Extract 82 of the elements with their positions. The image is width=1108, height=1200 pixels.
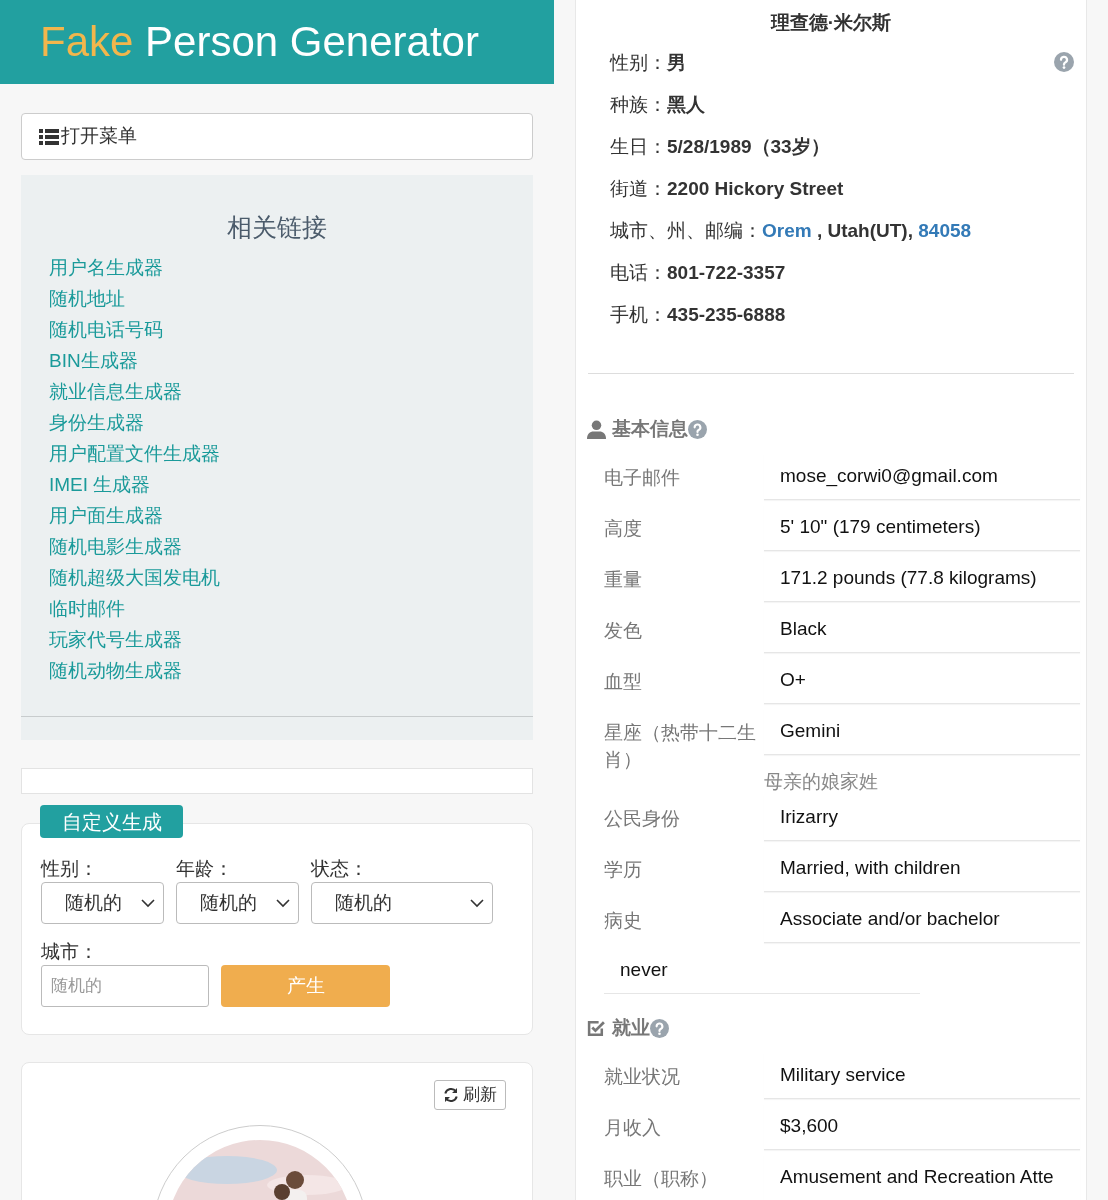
checkbox-icon <box>587 1018 606 1038</box>
fact-value: Orem , Utah(UT), 84058 <box>762 218 972 243</box>
field-label: 高度 <box>604 517 643 541</box>
fact-label: 电话： <box>610 260 667 285</box>
field-label: 职业（职称） <box>604 1167 719 1191</box>
chevron-icon <box>141 898 155 908</box>
generate-button[interactable]: 产生 <box>221 965 390 1007</box>
help-icon[interactable] <box>1054 52 1074 72</box>
related-link[interactable]: 用户配置文件生成器 <box>49 439 220 469</box>
related-link[interactable]: 随机动物生成器 <box>49 656 182 686</box>
fact-label: 手机： <box>610 302 667 327</box>
field-label: 病史 <box>604 909 643 933</box>
field-value: Associate and/or bachelor <box>764 897 1080 943</box>
value-link[interactable]: 84058 <box>918 219 972 241</box>
site-logo: Fake Person Generator <box>40 21 479 63</box>
field-label: 母亲的娘家姓 <box>764 771 878 792</box>
field-label: 学历 <box>604 858 643 882</box>
related-link[interactable]: 随机电话号码 <box>49 315 163 345</box>
menu-button[interactable]: 打开菜单 <box>21 113 533 160</box>
field-label: 月收入 <box>604 1116 662 1140</box>
help-icon[interactable] <box>688 419 707 439</box>
field-label: 城市： <box>41 940 99 964</box>
select-field[interactable]: 随机的 <box>311 882 493 924</box>
related-link[interactable]: 随机超级大国发电机 <box>49 563 220 593</box>
help-icon[interactable] <box>650 1018 669 1038</box>
city-field[interactable]: 随机的 <box>41 965 209 1007</box>
field-value: Amusement and Recreation Atte <box>764 1155 1080 1200</box>
field-value: Gemini <box>764 709 1080 755</box>
field-label: 星座（热带十二生肖） <box>604 721 757 772</box>
field-value: Irizarry <box>764 795 1080 841</box>
refresh-button[interactable]: 刷新 <box>434 1080 506 1110</box>
field-value: Military service <box>764 1053 1080 1099</box>
field-label: 年龄： <box>176 857 234 881</box>
related-link[interactable]: 用户名生成器 <box>49 253 163 283</box>
related-link[interactable]: 就业信息生成器 <box>49 377 182 407</box>
related-link[interactable]: 随机地址 <box>49 284 125 314</box>
field-value: mose_corwi0@gmail.com <box>764 454 1080 500</box>
select-field[interactable]: 随机的 <box>41 882 164 924</box>
fact-value: 801-722-3357 <box>667 260 786 285</box>
refresh-icon <box>443 1087 459 1103</box>
related-link[interactable]: BIN生成器 <box>49 346 138 376</box>
field-value: never <box>604 948 920 994</box>
related-link[interactable]: 随机电影生成器 <box>49 532 182 562</box>
select-field[interactable]: 随机的 <box>176 882 299 924</box>
user-icon <box>587 419 606 439</box>
fact-label: 性别： <box>610 50 667 75</box>
field-value: 5' 10" (179 centimeters) <box>764 505 1080 551</box>
person-name: 理查德·米尔斯 <box>769 11 893 35</box>
field-label: 性别： <box>41 857 99 881</box>
field-value: O+ <box>764 658 1080 704</box>
related-link[interactable]: IMEI 生成器 <box>49 470 151 500</box>
fact-value: 男 <box>667 50 686 75</box>
fact-value: 黑人 <box>667 92 705 117</box>
field-value: Married, with children <box>764 846 1080 892</box>
fact-label: 种族： <box>610 92 667 117</box>
section-title: 就业 <box>612 1015 650 1040</box>
list-icon <box>39 128 59 145</box>
related-link[interactable]: 用户面生成器 <box>49 501 163 531</box>
related-link[interactable]: 临时邮件 <box>49 594 125 624</box>
field-label: 血型 <box>604 670 643 694</box>
fact-value: 2200 Hickory Street <box>667 176 844 201</box>
fact-label: 生日： <box>610 134 667 159</box>
chevron-icon <box>276 898 290 908</box>
related-link[interactable]: 玩家代号生成器 <box>49 625 182 655</box>
value-link[interactable]: Orem <box>762 219 812 241</box>
field-label: 公民身份 <box>604 807 681 831</box>
field-label: 状态： <box>311 857 369 881</box>
field-label: 重量 <box>604 568 643 592</box>
fact-value: 5/28/1989（33岁） <box>667 134 830 159</box>
section-title: 基本信息 <box>612 416 688 441</box>
related-link[interactable]: 身份生成器 <box>49 408 144 438</box>
field-label: 电子邮件 <box>604 466 681 490</box>
chevron-icon <box>470 898 484 908</box>
field-value: $3,600 <box>764 1104 1080 1150</box>
field-label: 就业状况 <box>604 1065 681 1089</box>
fact-value: 435-235-6888 <box>667 302 786 327</box>
fact-label: 城市、州、邮编： <box>610 218 762 243</box>
panel-title: 相关链接 <box>226 212 328 243</box>
field-value: Black <box>764 607 1080 653</box>
field-value: 171.2 pounds (77.8 kilograms) <box>764 556 1080 602</box>
fact-label: 街道： <box>610 176 667 201</box>
field-label: 发色 <box>604 619 643 643</box>
